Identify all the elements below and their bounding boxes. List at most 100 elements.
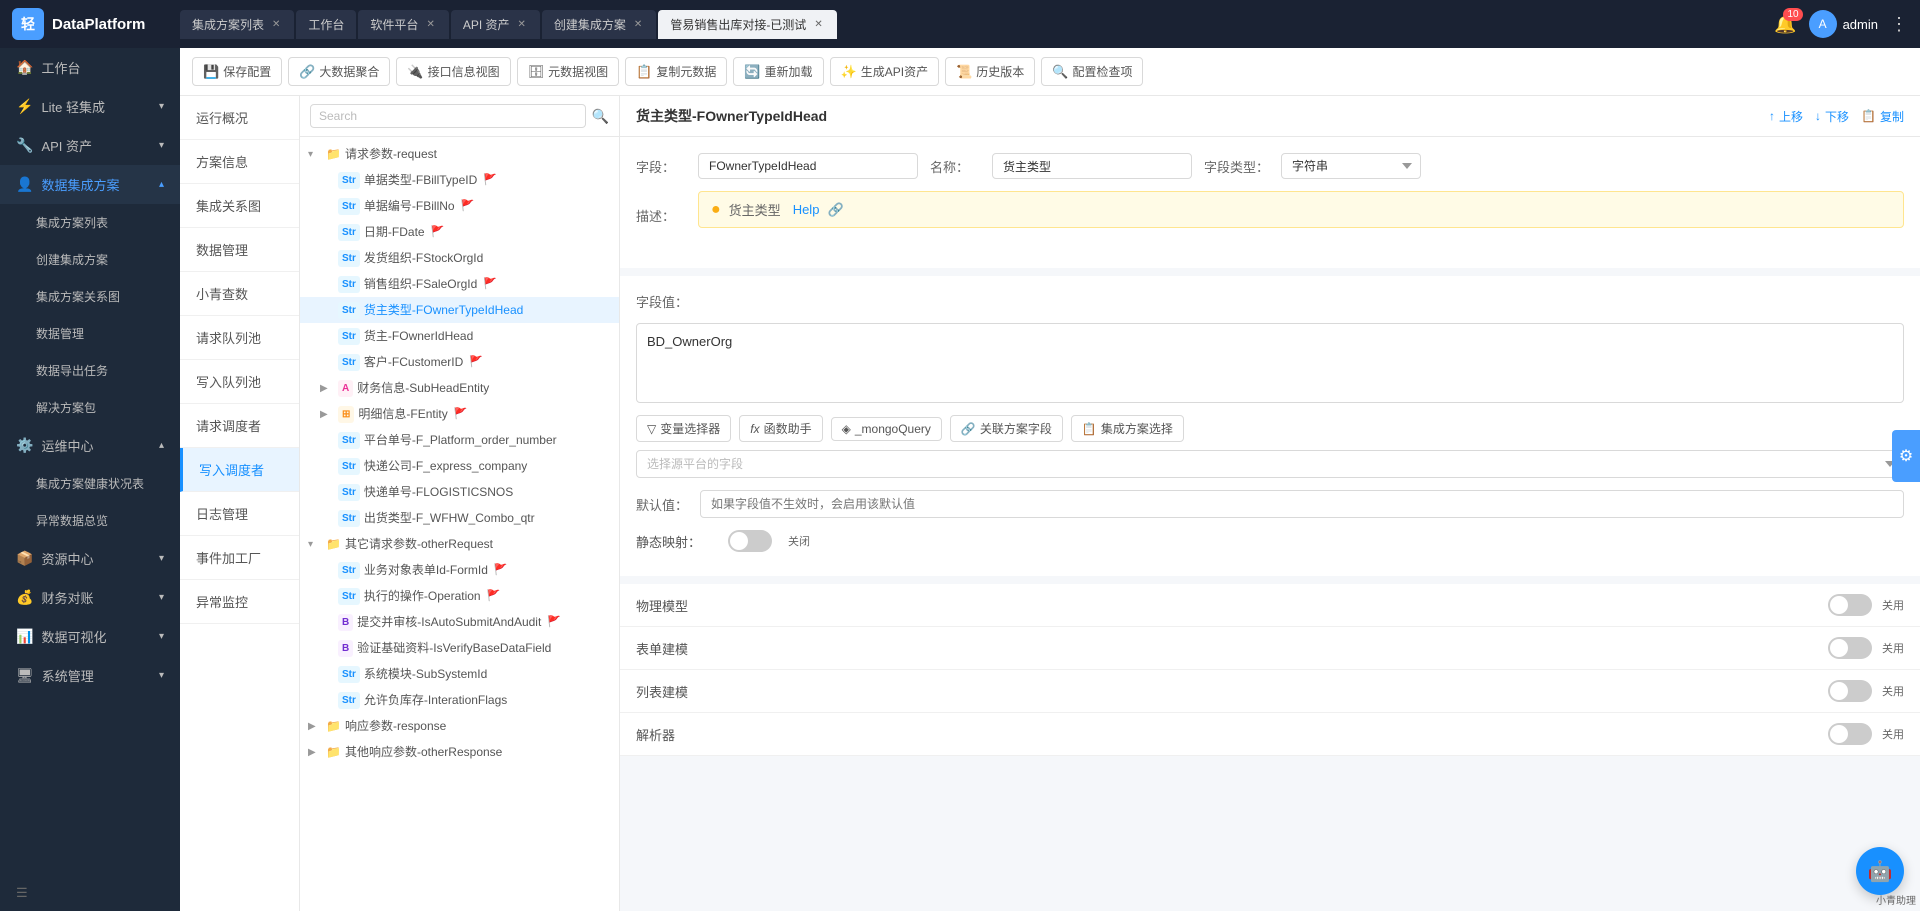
sidebar-item-data-integration[interactable]: 👤 数据集成方案 ▴ <box>0 165 180 204</box>
source-platform-select[interactable]: 选择源平台的字段 <box>636 450 1904 478</box>
tree-node-fownerid[interactable]: Str 货主-FOwnerIdHead <box>300 323 619 349</box>
sidebar-item-api[interactable]: 🔧 API 资产 ▾ <box>0 126 180 165</box>
sidebar-item-finance[interactable]: 💰 财务对账 ▾ <box>0 578 180 617</box>
save-config-button[interactable]: 💾 保存配置 <box>192 57 282 86</box>
tab-api-assets[interactable]: API 资产 ✕ <box>451 10 540 39</box>
sidebar-item-resource[interactable]: 📦 资源中心 ▾ <box>0 539 180 578</box>
sidebar-item-workbench[interactable]: 🏠 工作台 <box>0 48 180 87</box>
static-map-toggle[interactable] <box>728 530 772 552</box>
list-model-toggle[interactable] <box>1828 680 1872 702</box>
sidebar-sub-relation-chart[interactable]: 集成方案关系图 <box>0 278 180 315</box>
notification-bell[interactable]: 🔔 10 <box>1774 14 1796 35</box>
sec-nav-write-queue[interactable]: 写入队列池 <box>180 360 299 404</box>
sec-nav-abnormal-monitor[interactable]: 异常监控 <box>180 580 299 624</box>
tree-node-cargo-type[interactable]: Str 出货类型-F_WFHW_Combo_qtr <box>300 505 619 531</box>
sec-nav-relation-chart[interactable]: 集成关系图 <box>180 184 299 228</box>
tree-node-fsaleorgid[interactable]: Str 销售组织-FSaleOrgId 🚩 <box>300 271 619 297</box>
interface-view-button[interactable]: 🔌 接口信息视图 <box>396 57 510 86</box>
tree-node-auto-submit[interactable]: B 提交并审核-IsAutoSubmitAndAudit 🚩 <box>300 609 619 635</box>
copy-field-button[interactable]: 📋 复制 <box>1861 108 1904 125</box>
tab-close-icon[interactable]: ✕ <box>812 18 824 31</box>
sec-nav-request-queue[interactable]: 请求队列池 <box>180 316 299 360</box>
sec-nav-req-observer[interactable]: 请求调度者 <box>180 404 299 448</box>
tree-node-formid[interactable]: Str 业务对象表单Id-FormId 🚩 <box>300 557 619 583</box>
sidebar-sub-abnormal-data[interactable]: 异常数据总览 <box>0 502 180 539</box>
tree-node-fbillno[interactable]: Str 单据编号-FBillNo 🚩 <box>300 193 619 219</box>
form-model-toggle[interactable] <box>1828 637 1872 659</box>
tree-node-logistics[interactable]: Str 快递单号-FLOGISTICSNOS <box>300 479 619 505</box>
tree-node-interation-flags[interactable]: Str 允许负库存-InterationFlags <box>300 687 619 713</box>
tab-close-icon[interactable]: ✕ <box>424 18 436 31</box>
tree-node-request-params[interactable]: ▾ 📁 请求参数-request <box>300 141 619 167</box>
related-field-button[interactable]: 🔗 关联方案字段 <box>950 415 1063 442</box>
tree-node-operation[interactable]: Str 执行的操作-Operation 🚩 <box>300 583 619 609</box>
copy-meta-button[interactable]: 📋 复制元数据 <box>625 57 727 86</box>
sec-nav-run-overview[interactable]: 运行概况 <box>180 96 299 140</box>
sidebar-sub-integration-list[interactable]: 集成方案列表 <box>0 204 180 241</box>
tree-node-subhead[interactable]: ▶ A 财务信息-SubHeadEntity <box>300 375 619 401</box>
tab-workbench[interactable]: 工作台 <box>296 10 356 39</box>
chatbot-fab[interactable]: 🤖 <box>1856 847 1904 895</box>
gen-api-button[interactable]: ✨ 生成API资产 <box>830 57 940 86</box>
move-down-button[interactable]: ↓ 下移 <box>1815 108 1849 125</box>
sidebar-sub-solution-package[interactable]: 解决方案包 <box>0 389 180 426</box>
config-check-button[interactable]: 🔍 配置检查项 <box>1041 57 1143 86</box>
tree-node-platform-order[interactable]: Str 平台单号-F_Platform_order_number <box>300 427 619 453</box>
search-input[interactable] <box>310 104 586 128</box>
sec-nav-log-mgmt[interactable]: 日志管理 <box>180 492 299 536</box>
tree-node-verify-base[interactable]: B 验证基础资料-IsVerifyBaseDataField <box>300 635 619 661</box>
admin-info[interactable]: A admin <box>1809 10 1878 38</box>
var-selector-button[interactable]: ▽ 变量选择器 <box>636 415 731 442</box>
more-options-icon[interactable]: ⋮ <box>1890 14 1908 35</box>
tree-node-fdate[interactable]: Str 日期-FDate 🚩 <box>300 219 619 245</box>
tree-node-fentity[interactable]: ▶ ⊞ 明细信息-FEntity 🚩 <box>300 401 619 427</box>
tree-node-fbilltypeid[interactable]: Str 单据类型-FBillTypeID 🚩 <box>300 167 619 193</box>
help-link[interactable]: Help <box>793 202 820 217</box>
settings-fab[interactable]: ⚙ <box>1892 430 1920 482</box>
solution-select-button[interactable]: 📋 集成方案选择 <box>1071 415 1184 442</box>
sidebar-item-data-viz[interactable]: 📊 数据可视化 ▾ <box>0 617 180 656</box>
tab-software-platform[interactable]: 软件平台 ✕ <box>358 10 448 39</box>
tree-node-subsystemid[interactable]: Str 系统模块-SubSystemId <box>300 661 619 687</box>
tab-close-icon[interactable]: ✕ <box>270 18 282 31</box>
reload-button[interactable]: 🔄 重新加载 <box>733 57 823 86</box>
mongo-query-button[interactable]: ◈ _mongoQuery <box>831 417 942 441</box>
tree-node-fstockorgid[interactable]: Str 发货组织-FStockOrgId <box>300 245 619 271</box>
sidebar-sub-solution-health[interactable]: 集成方案健康状况表 <box>0 465 180 502</box>
big-data-merge-button[interactable]: 🔗 大数据聚合 <box>288 57 390 86</box>
sidebar-sub-export-task[interactable]: 数据导出任务 <box>0 352 180 389</box>
tree-node-response[interactable]: ▶ 📁 响应参数-response <box>300 713 619 739</box>
field-value-input[interactable] <box>698 153 918 179</box>
sidebar-item-sys-mgmt[interactable]: 🖥 系统管理 ▾ <box>0 656 180 695</box>
tree-node-fcustomerid[interactable]: Str 客户-FCustomerID 🚩 <box>300 349 619 375</box>
type-select[interactable]: 字符串 数字 布尔值 <box>1281 153 1421 179</box>
search-icon[interactable]: 🔍 <box>592 108 609 125</box>
sidebar-item-lite[interactable]: ⚡ Lite 轻集成 ▾ <box>0 87 180 126</box>
sec-nav-write-observer[interactable]: 写入调度者 <box>180 448 299 492</box>
tree-node-express-company[interactable]: Str 快递公司-F_express_company <box>300 453 619 479</box>
tab-manage-sales[interactable]: 管易销售出库对接-已测试 ✕ <box>658 10 836 39</box>
tree-node-fownertype[interactable]: Str 货主类型-FOwnerTypeIdHead <box>300 297 619 323</box>
func-helper-button[interactable]: fx 函数助手 <box>739 415 822 442</box>
tab-create-solution[interactable]: 创建集成方案 ✕ <box>542 10 656 39</box>
meta-data-view-button[interactable]: 🗄 元数据视图 <box>517 57 620 86</box>
sec-nav-event-factory[interactable]: 事件加工厂 <box>180 536 299 580</box>
tab-integration-list[interactable]: 集成方案列表 ✕ <box>180 10 294 39</box>
sidebar-sub-data-mgmt[interactable]: 数据管理 <box>0 315 180 352</box>
sidebar-item-ops[interactable]: ⚙️ 运维中心 ▴ <box>0 426 180 465</box>
sidebar-sub-create-integration[interactable]: 创建集成方案 <box>0 241 180 278</box>
default-value-input[interactable] <box>700 490 1904 518</box>
tab-close-icon[interactable]: ✕ <box>516 18 528 31</box>
sec-nav-data-mgmt[interactable]: 数据管理 <box>180 228 299 272</box>
physical-model-toggle[interactable] <box>1828 594 1872 616</box>
field-value-textarea[interactable]: BD_OwnerOrg <box>636 323 1904 403</box>
history-button[interactable]: 📜 历史版本 <box>945 57 1035 86</box>
sec-nav-solution-info[interactable]: 方案信息 <box>180 140 299 184</box>
tree-node-other-request[interactable]: ▾ 📁 其它请求参数-otherRequest <box>300 531 619 557</box>
tree-node-other-response[interactable]: ▶ 📁 其他响应参数-otherResponse <box>300 739 619 765</box>
parser-toggle[interactable] <box>1828 723 1872 745</box>
name-value-input[interactable] <box>992 153 1192 179</box>
sidebar-collapse-btn[interactable]: ☰ <box>0 875 180 911</box>
move-up-button[interactable]: ↑ 上移 <box>1769 108 1803 125</box>
sec-nav-small-qing[interactable]: 小青查数 <box>180 272 299 316</box>
